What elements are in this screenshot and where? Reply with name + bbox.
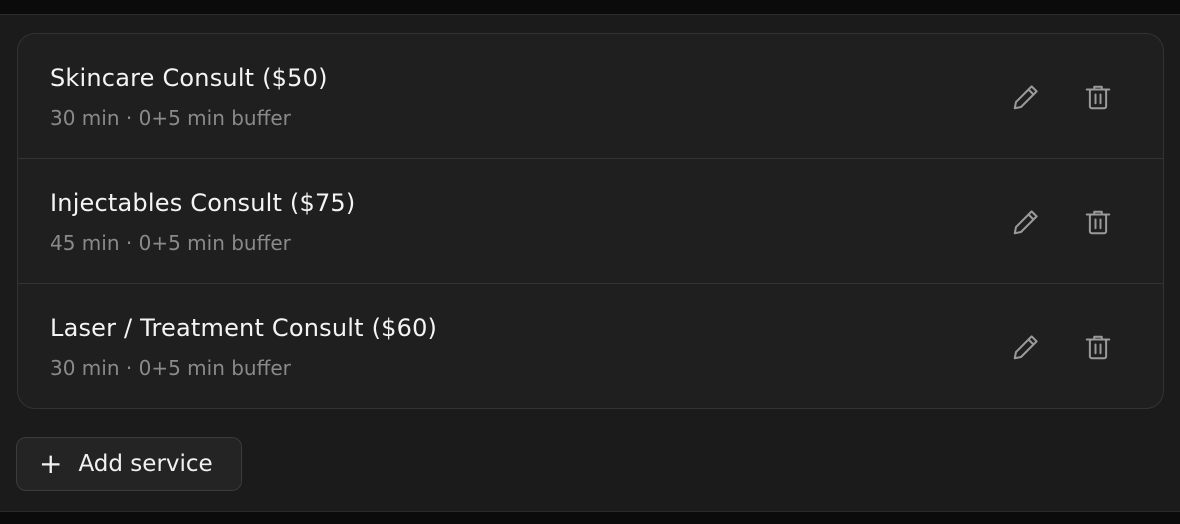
service-row: Injectables Consult ($75) 45 min · 0+5 m… xyxy=(18,159,1163,284)
edit-button[interactable] xyxy=(1008,204,1044,240)
edit-button[interactable] xyxy=(1008,329,1044,365)
edit-button[interactable] xyxy=(1008,79,1044,115)
pencil-icon xyxy=(1013,85,1038,110)
delete-button[interactable] xyxy=(1080,329,1116,365)
trash-icon xyxy=(1085,85,1111,110)
add-service-button[interactable]: + Add service xyxy=(16,437,242,491)
service-title: Laser / Treatment Consult ($60) xyxy=(50,314,438,342)
add-service-label: Add service xyxy=(78,451,213,477)
plus-icon: + xyxy=(39,447,63,480)
pencil-icon xyxy=(1013,210,1038,235)
services-list: Skincare Consult ($50) 30 min · 0+5 min … xyxy=(17,33,1164,409)
service-row: Skincare Consult ($50) 30 min · 0+5 min … xyxy=(18,34,1163,159)
service-title: Injectables Consult ($75) xyxy=(50,189,356,217)
delete-button[interactable] xyxy=(1080,79,1116,115)
service-meta: 45 min · 0+5 min buffer xyxy=(50,231,291,255)
pencil-icon xyxy=(1013,335,1038,360)
service-row: Laser / Treatment Consult ($60) 30 min ·… xyxy=(18,284,1163,408)
service-meta: 30 min · 0+5 min buffer xyxy=(50,356,291,380)
service-title: Skincare Consult ($50) xyxy=(50,64,328,92)
services-panel: Skincare Consult ($50) 30 min · 0+5 min … xyxy=(0,14,1180,512)
trash-icon xyxy=(1085,335,1111,360)
delete-button[interactable] xyxy=(1080,204,1116,240)
service-meta: 30 min · 0+5 min buffer xyxy=(50,106,291,130)
trash-icon xyxy=(1085,210,1111,235)
